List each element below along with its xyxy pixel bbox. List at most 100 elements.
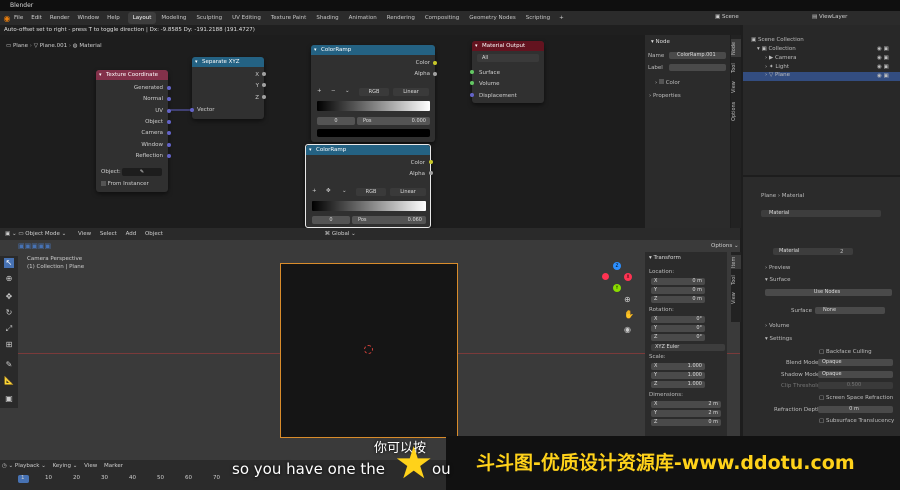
node-texture-coordinate[interactable]: Texture Coordinate Generated Normal UV O…: [96, 70, 168, 192]
color-mode-select[interactable]: RGB: [359, 88, 389, 96]
properties-section[interactable]: › Properties: [649, 93, 681, 99]
tab-modeling[interactable]: Modeling: [156, 12, 191, 24]
surface-section[interactable]: ▾ Surface: [765, 277, 790, 283]
scene-selector[interactable]: ▣ Scene: [715, 14, 739, 20]
menu-object[interactable]: Object: [145, 231, 163, 237]
node-material-output[interactable]: Material Output All Surface Volume Displ…: [472, 41, 544, 103]
node-header[interactable]: Texture Coordinate: [96, 70, 168, 80]
node-separate-xyz[interactable]: Separate XYZ X Y Z Vector: [192, 57, 264, 119]
rotation-x[interactable]: X 0°: [651, 316, 705, 323]
tab-tool[interactable]: Tool: [731, 61, 741, 75]
menu-file[interactable]: File: [14, 15, 23, 21]
tab-sculpting[interactable]: Sculpting: [191, 12, 227, 24]
backface-checkbox[interactable]: ▢ Backface Culling: [819, 349, 872, 355]
editor-type-icon[interactable]: ▣ ⌄: [0, 231, 18, 237]
interpolation-select[interactable]: Linear: [393, 88, 429, 96]
add-stop-button[interactable]: +: [317, 88, 322, 94]
scale-x[interactable]: X 1.000: [651, 363, 705, 370]
menu-edit[interactable]: Edit: [31, 15, 42, 21]
stop-index-field[interactable]: 0: [312, 216, 350, 224]
node-header[interactable]: Separate XYZ: [192, 57, 264, 67]
tab-compositing[interactable]: Compositing: [420, 12, 464, 24]
select-box-icon[interactable]: ↖: [4, 258, 14, 268]
tab-tool[interactable]: Tool: [731, 273, 741, 287]
shadow-mode-select[interactable]: Opaque: [818, 371, 893, 378]
socket-window[interactable]: [167, 143, 171, 147]
axis-y-icon[interactable]: Y: [613, 284, 621, 292]
refraction-depth-field[interactable]: 0 m: [818, 406, 893, 413]
viewlayer-selector[interactable]: ▤ ViewLayer: [812, 14, 847, 20]
menu-help[interactable]: Help: [107, 15, 120, 21]
socket-z[interactable]: [262, 95, 266, 99]
clip-threshold-field[interactable]: 0.500: [818, 382, 893, 389]
menu-playback[interactable]: Playback: [15, 463, 40, 469]
add-cube-icon[interactable]: ▣: [4, 394, 14, 404]
location-x[interactable]: X0 m: [651, 278, 705, 285]
tab-options[interactable]: Options: [731, 99, 741, 123]
move-cursor-icon[interactable]: ✥: [326, 188, 331, 194]
stop-index-field[interactable]: 0: [317, 117, 355, 125]
move-icon[interactable]: ✥: [4, 292, 14, 302]
checkbox-box[interactable]: [658, 79, 664, 84]
socket-camera[interactable]: [167, 131, 171, 135]
outliner-item-light[interactable]: › ✦ Light: [765, 64, 789, 70]
location-z[interactable]: Z0 m: [651, 296, 705, 303]
tab-node[interactable]: Node: [731, 39, 741, 57]
dimensions-x[interactable]: X2 m: [651, 401, 721, 408]
scale-y[interactable]: Y 1.000: [651, 372, 705, 379]
rotation-z[interactable]: Z 0°: [651, 334, 705, 341]
add-workspace-icon[interactable]: +: [559, 15, 564, 21]
dimensions-y[interactable]: Y2 m: [651, 410, 721, 417]
tab-geometry-nodes[interactable]: Geometry Nodes: [464, 12, 520, 24]
socket-color[interactable]: [433, 61, 437, 65]
add-stop-button[interactable]: +: [312, 188, 317, 194]
socket-object[interactable]: [167, 120, 171, 124]
menu-select[interactable]: Select: [100, 231, 117, 237]
outliner-root[interactable]: ▣ Scene Collection: [751, 37, 804, 43]
outliner-item-camera[interactable]: › ▶ Camera: [765, 55, 797, 61]
socket-vector[interactable]: [190, 108, 194, 112]
socket-surface[interactable]: [470, 70, 474, 74]
options-dropdown[interactable]: Options ⌄: [711, 243, 739, 249]
color-ramp-gradient[interactable]: [317, 101, 430, 111]
ramp-menu-icon[interactable]: ⌄: [345, 88, 350, 94]
menu-view[interactable]: View: [78, 231, 91, 237]
menu-window[interactable]: Window: [77, 15, 99, 21]
checkbox-box[interactable]: [101, 181, 106, 186]
tab-shading[interactable]: Shading: [311, 12, 343, 24]
tab-animation[interactable]: Animation: [344, 12, 382, 24]
ssr-checkbox[interactable]: ▢ Screen Space Refraction: [819, 395, 893, 401]
socket-y[interactable]: [262, 83, 266, 87]
use-nodes-button[interactable]: Use Nodes: [765, 289, 892, 296]
menu-keying[interactable]: Keying: [53, 463, 71, 469]
node-colorramp-1[interactable]: ColorRamp Color Alpha + − ⌄ RGB Linear 0…: [311, 45, 435, 142]
tab-scripting[interactable]: Scripting: [521, 12, 555, 24]
navigation-gizmo[interactable]: Z X Y: [602, 262, 632, 292]
scale-icon[interactable]: ⤢: [4, 324, 14, 334]
cursor-icon[interactable]: ⊕: [4, 274, 14, 284]
node-label-field[interactable]: [669, 64, 726, 71]
camera-view-icon[interactable]: ◉: [624, 325, 631, 334]
measure-icon[interactable]: 📐: [4, 376, 14, 386]
stop-pos-field[interactable]: Pos 0.000: [357, 117, 430, 125]
node-header[interactable]: ColorRamp: [306, 145, 430, 155]
visibility-icon[interactable]: ◉ ▣: [877, 55, 889, 61]
socket-x[interactable]: [262, 72, 266, 76]
socket-normal[interactable]: [167, 97, 171, 101]
zoom-icon[interactable]: ⊕: [624, 295, 631, 304]
3d-cursor-icon[interactable]: [364, 345, 373, 354]
socket-displacement[interactable]: [470, 93, 474, 97]
node-name-field[interactable]: ColorRamp.001: [669, 52, 726, 59]
volume-section[interactable]: › Volume: [765, 323, 789, 329]
preview-section[interactable]: › Preview: [765, 265, 790, 271]
settings-section[interactable]: ▾ Settings: [765, 336, 792, 342]
tab-uv-editing[interactable]: UV Editing: [227, 12, 266, 24]
transform-title[interactable]: ▾ Transform: [649, 255, 681, 261]
tab-item[interactable]: Item: [731, 255, 741, 269]
socket-alpha[interactable]: [429, 171, 433, 175]
socket-color[interactable]: [429, 160, 433, 164]
tab-texture-paint[interactable]: Texture Paint: [266, 12, 312, 24]
rotate-icon[interactable]: ↻: [4, 308, 14, 318]
scale-z[interactable]: Z 1.000: [651, 381, 705, 388]
tab-rendering[interactable]: Rendering: [382, 12, 420, 24]
